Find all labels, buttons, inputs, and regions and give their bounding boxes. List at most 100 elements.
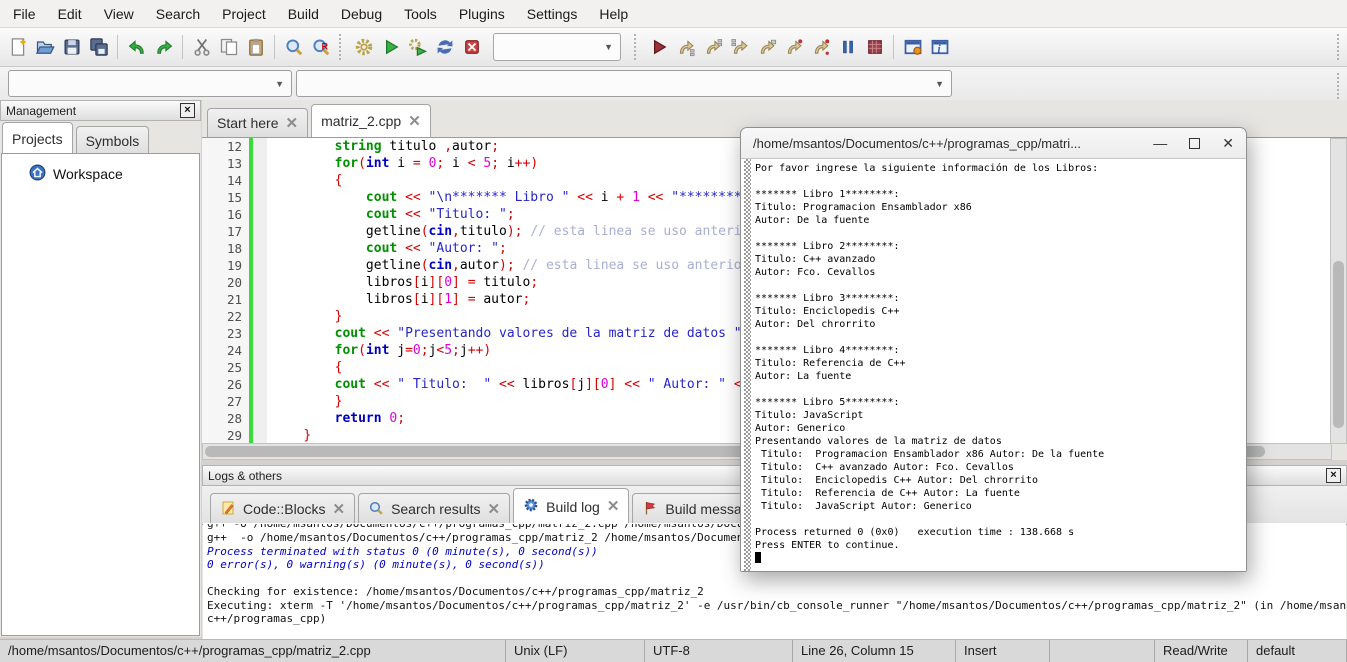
- code-text: {: [267, 359, 342, 376]
- menu-search[interactable]: Search: [145, 1, 211, 27]
- stop-debugger-button[interactable]: [861, 34, 888, 61]
- fold-margin: [253, 410, 267, 427]
- tab-label: Build log: [546, 499, 600, 515]
- find-button[interactable]: [280, 34, 307, 61]
- editor-tab-matriz-2-cpp[interactable]: matriz_2.cpp✕: [311, 104, 431, 137]
- menu-settings[interactable]: Settings: [516, 1, 589, 27]
- scrollbar-thumb[interactable]: [1333, 261, 1344, 428]
- menu-view[interactable]: View: [93, 1, 145, 27]
- management-title: Management: [6, 104, 76, 118]
- line-number: 28: [202, 410, 249, 427]
- close-tab-icon[interactable]: ✕: [607, 499, 620, 514]
- close-panel-icon[interactable]: ×: [1326, 468, 1341, 483]
- tab-symbols[interactable]: Symbols: [76, 126, 150, 155]
- management-tabs: ProjectsSymbols: [0, 122, 201, 155]
- next-line-button[interactable]: [699, 34, 726, 61]
- toolbar-gripper[interactable]: [1337, 34, 1343, 60]
- console-body[interactable]: Por favor ingrese la siguiente informaci…: [741, 159, 1246, 571]
- copy-button[interactable]: [215, 34, 242, 61]
- terminal-line: Titulo: Referencia de C++ Autor: La fuen…: [755, 487, 1246, 500]
- logs-tab-build-log[interactable]: Build log ✕: [513, 488, 629, 524]
- step-into-button[interactable]: [726, 34, 753, 61]
- debug-continue-button[interactable]: [645, 34, 672, 61]
- editor-vertical-scrollbar[interactable]: [1330, 138, 1347, 444]
- toolbar-gripper[interactable]: [634, 34, 640, 60]
- run-button[interactable]: [377, 34, 404, 61]
- log-line: [207, 572, 1346, 586]
- menu-project[interactable]: Project: [211, 1, 277, 27]
- close-icon[interactable]: ✕: [1222, 136, 1234, 150]
- cut-button[interactable]: [188, 34, 215, 61]
- console-titlebar[interactable]: /home/msantos/Documentos/c++/programas_c…: [741, 128, 1246, 159]
- terminal-line: Titulo: JavaScript: [755, 409, 1246, 422]
- menu-debug[interactable]: Debug: [330, 1, 393, 27]
- minimize-icon[interactable]: —: [1153, 136, 1167, 150]
- undo-icon: [127, 37, 147, 57]
- debug-continue-icon: [649, 37, 669, 57]
- undo-button[interactable]: [123, 34, 150, 61]
- fold-margin: [253, 427, 267, 444]
- maximize-icon[interactable]: [1189, 138, 1200, 149]
- log-line: Checking for existence: /home/msantos/Do…: [207, 585, 1346, 599]
- abort-icon: [462, 37, 482, 57]
- close-panel-icon[interactable]: ×: [180, 103, 195, 118]
- status-encoding: UTF-8: [645, 640, 793, 662]
- build-target-combo[interactable]: ▼: [493, 33, 621, 61]
- search-combo[interactable]: ▼: [296, 70, 952, 97]
- save-all-button[interactable]: [85, 34, 112, 61]
- fold-margin: [253, 138, 267, 155]
- editor-tab-start-here[interactable]: Start here✕: [207, 108, 308, 137]
- code-text: cout << "Autor: ";: [267, 240, 507, 257]
- toolbar-gripper[interactable]: [1337, 73, 1343, 99]
- code-text: cout << "Presentando valores de la matri…: [267, 325, 742, 342]
- menu-file[interactable]: File: [2, 1, 47, 27]
- toolbar-gripper[interactable]: [339, 34, 345, 60]
- terminal-line: Process returned 0 (0x0) execution time …: [755, 526, 1246, 539]
- replace-button[interactable]: R: [307, 34, 334, 61]
- debugging-windows-button[interactable]: [899, 34, 926, 61]
- close-tab-icon[interactable]: ✕: [285, 116, 298, 131]
- break-debugger-button[interactable]: [834, 34, 861, 61]
- menu-help[interactable]: Help: [588, 1, 639, 27]
- terminal-line: Titulo: Enciclopedis C++: [755, 305, 1246, 318]
- rebuild-button[interactable]: [431, 34, 458, 61]
- codeblocks-window: FileEditViewSearchProjectBuildDebugTools…: [0, 0, 1347, 662]
- menu-tools[interactable]: Tools: [393, 1, 448, 27]
- various-info-button[interactable]: i: [926, 34, 953, 61]
- close-tab-icon[interactable]: ✕: [332, 502, 345, 517]
- projects-tree[interactable]: Workspace: [1, 153, 200, 636]
- menu-edit[interactable]: Edit: [47, 1, 93, 27]
- menu-build[interactable]: Build: [277, 1, 330, 27]
- build-and-run-button[interactable]: [404, 34, 431, 61]
- logs-tab-code-blocks[interactable]: Code::Blocks✕: [210, 493, 355, 524]
- tab-projects[interactable]: Projects: [2, 122, 73, 155]
- close-tab-icon[interactable]: ✕: [408, 114, 421, 129]
- save-all-icon: [89, 37, 109, 57]
- line-number: 17: [202, 223, 249, 240]
- paste-button[interactable]: [242, 34, 269, 61]
- xterm-scrollbar[interactable]: [744, 159, 751, 571]
- compiler-combo[interactable]: ▼: [8, 70, 292, 97]
- next-instruction-button[interactable]: [780, 34, 807, 61]
- run-to-cursor-button[interactable]: [672, 34, 699, 61]
- terminal-line: [755, 227, 1246, 240]
- open-file-button[interactable]: [31, 34, 58, 61]
- tree-item-workspace[interactable]: Workspace: [2, 154, 199, 184]
- line-number: 26: [202, 376, 249, 393]
- tab-label: Search results: [391, 501, 480, 517]
- save-file-button[interactable]: [58, 34, 85, 61]
- redo-button[interactable]: [150, 34, 177, 61]
- terminal-line: [755, 513, 1246, 526]
- abort-button[interactable]: [458, 34, 485, 61]
- step-out-button[interactable]: [753, 34, 780, 61]
- new-file-button[interactable]: [4, 34, 31, 61]
- replace-icon: R: [311, 37, 331, 57]
- step-into-instruction-button[interactable]: [807, 34, 834, 61]
- logs-tab-search-results[interactable]: Search results ✕: [358, 493, 510, 524]
- build-messages-icon: [642, 500, 658, 519]
- code-text: }: [267, 308, 342, 325]
- close-tab-icon[interactable]: ✕: [488, 502, 501, 517]
- menu-plugins[interactable]: Plugins: [448, 1, 516, 27]
- build-button[interactable]: [350, 34, 377, 61]
- management-header: Management ×: [0, 100, 201, 121]
